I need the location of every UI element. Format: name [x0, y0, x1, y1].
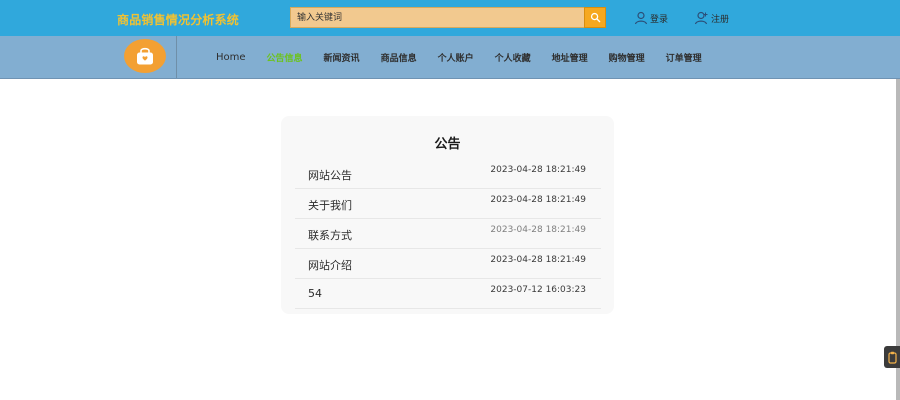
- notice-item[interactable]: 联系方式 2023-04-28 18:21:49: [295, 219, 601, 249]
- notice-date: 2023-04-28 18:21:49: [490, 195, 586, 205]
- notice-title: 联系方式: [308, 229, 352, 242]
- nav-menu: Home 公告信息 新闻资讯 商品信息 个人账户 个人收藏 地址管理 购物管理 …: [216, 36, 723, 78]
- notice-date: 2023-07-12 16:03:23: [490, 285, 586, 295]
- user-add-icon: [694, 11, 708, 25]
- site-title: 商品销售情况分析系统: [117, 13, 240, 27]
- nav-item-account[interactable]: 个人账户: [438, 51, 474, 64]
- search-icon: [590, 12, 600, 23]
- notice-item[interactable]: 网站介绍 2023-04-28 18:21:49: [295, 249, 601, 279]
- main-nav: Home 公告信息 新闻资讯 商品信息 个人账户 个人收藏 地址管理 购物管理 …: [0, 36, 900, 79]
- notice-title: 关于我们: [308, 199, 352, 212]
- notice-date: 2023-04-28 18:21:49: [490, 255, 586, 265]
- notice-title: 网站公告: [308, 169, 352, 182]
- register-link[interactable]: 注册: [694, 11, 729, 25]
- top-header: 商品销售情况分析系统 登录 注册: [0, 0, 900, 36]
- user-icon: [634, 11, 648, 25]
- nav-item-orders[interactable]: 订单管理: [666, 51, 702, 64]
- notice-date: 2023-04-28 18:21:49: [490, 225, 586, 235]
- notice-item[interactable]: 网站公告 2023-04-28 18:21:49: [295, 159, 601, 189]
- nav-item-shopping[interactable]: 购物管理: [609, 51, 645, 64]
- nav-item-products[interactable]: 商品信息: [381, 51, 417, 64]
- search-bar: [290, 7, 606, 28]
- login-link[interactable]: 登录: [634, 11, 668, 25]
- notice-panel: 公告 网站公告 2023-04-28 18:21:49 关于我们 2023-04…: [281, 116, 614, 314]
- shopping-bag-icon: [137, 47, 153, 65]
- nav-item-favorites[interactable]: 个人收藏: [495, 51, 531, 64]
- search-input[interactable]: [290, 7, 584, 28]
- notice-item[interactable]: 关于我们 2023-04-28 18:21:49: [295, 189, 601, 219]
- notice-list: 网站公告 2023-04-28 18:21:49 关于我们 2023-04-28…: [295, 159, 601, 309]
- notice-date: 2023-04-28 18:21:49: [490, 165, 586, 175]
- register-label: 注册: [711, 14, 730, 25]
- login-label: 登录: [650, 14, 669, 25]
- nav-item-news[interactable]: 新闻资讯: [324, 51, 360, 64]
- site-logo[interactable]: [124, 39, 166, 73]
- notice-title: 54: [308, 287, 322, 300]
- nav-item-addresses[interactable]: 地址管理: [552, 51, 588, 64]
- notice-title: 网站介绍: [308, 259, 352, 272]
- clipboard-icon: [887, 351, 897, 364]
- side-widget-button[interactable]: [884, 346, 900, 368]
- nav-divider: [176, 36, 177, 78]
- nav-item-announcements[interactable]: 公告信息: [267, 51, 303, 64]
- notice-item[interactable]: 54 2023-07-12 16:03:23: [295, 279, 601, 309]
- nav-item-home[interactable]: Home: [216, 52, 246, 63]
- search-button[interactable]: [584, 7, 606, 28]
- panel-title: 公告: [434, 137, 461, 152]
